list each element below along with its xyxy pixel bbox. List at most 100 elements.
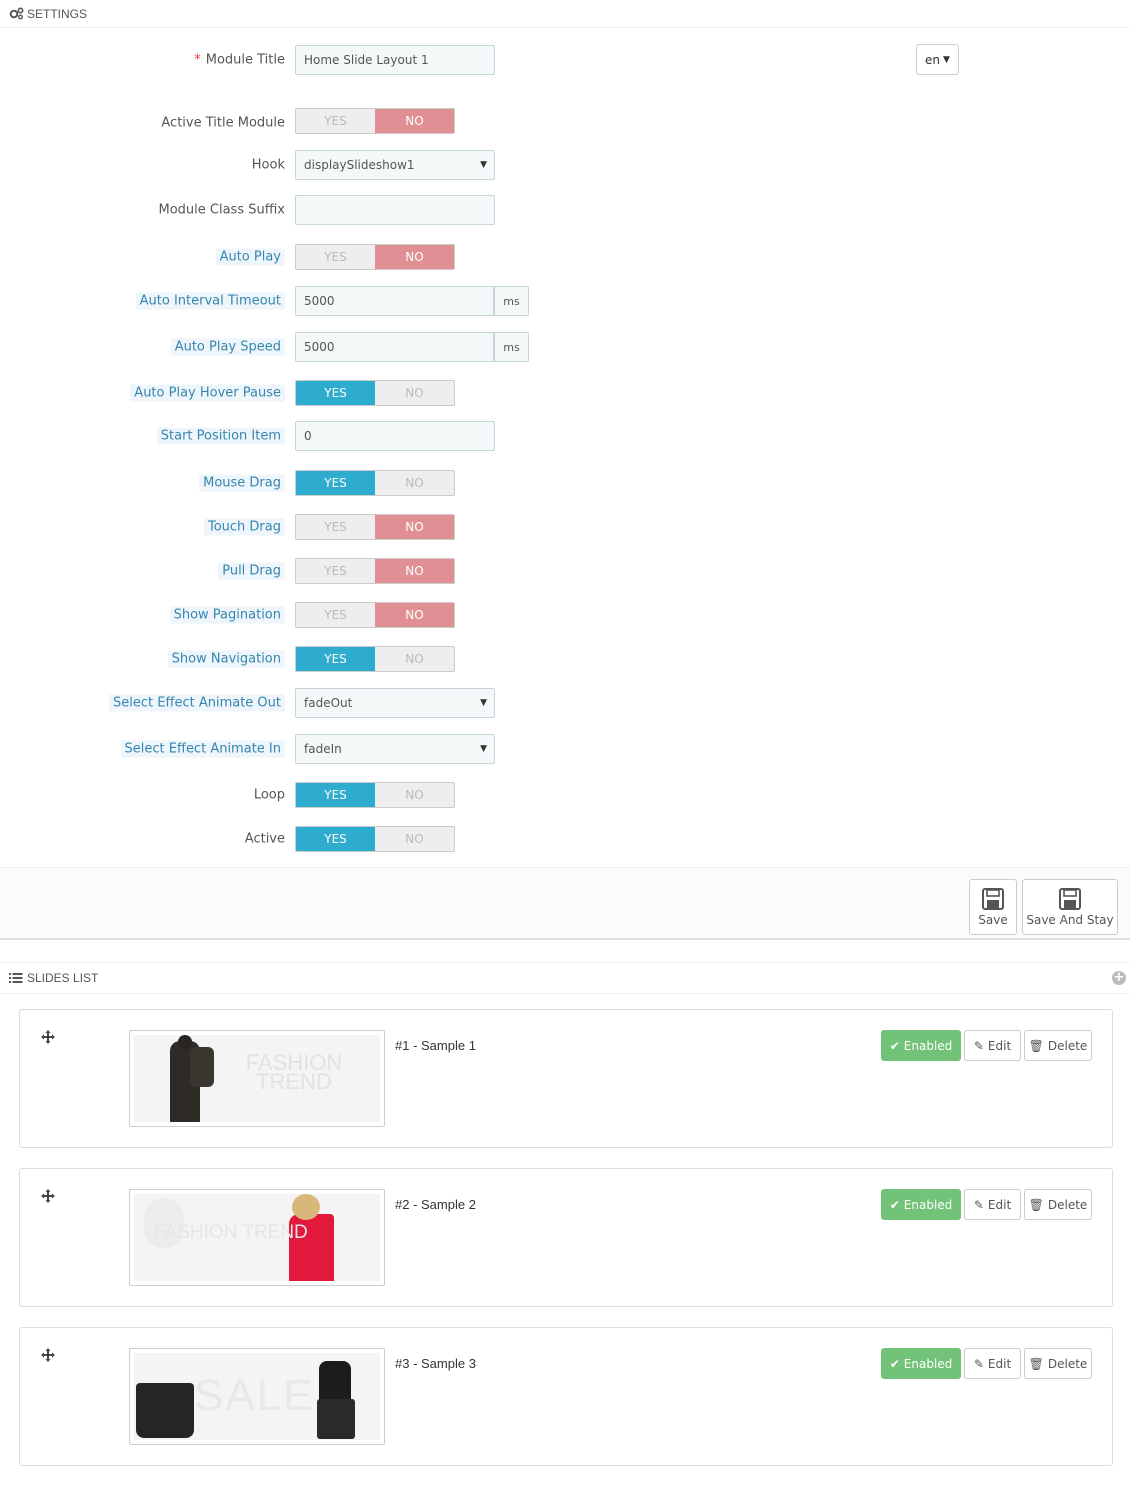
edit-button[interactable]: ✎ Edit: [964, 1030, 1021, 1061]
save-icon: [1059, 888, 1081, 910]
switch-yes[interactable]: YES: [296, 515, 375, 539]
save-button[interactable]: Save: [969, 879, 1017, 935]
switch-yes[interactable]: YES: [296, 603, 375, 627]
active-title-module-switch[interactable]: YES NO: [295, 108, 455, 134]
delete-button[interactable]: 🗑 Delete: [1024, 1189, 1092, 1220]
hook-label: Hook: [251, 157, 285, 173]
cogs-icon: [8, 7, 24, 21]
auto-interval-timeout-input[interactable]: 5000: [295, 286, 494, 316]
pull-drag-label: Pull Drag: [218, 562, 285, 580]
switch-no[interactable]: NO: [375, 471, 454, 495]
switch-no[interactable]: NO: [375, 647, 454, 671]
trash-icon: 🗑: [1028, 1038, 1044, 1053]
show-pagination-label: Show Pagination: [169, 606, 285, 624]
switch-no[interactable]: NO: [375, 603, 454, 627]
active-label: Active: [244, 831, 285, 847]
switch-yes[interactable]: YES: [296, 471, 375, 495]
hook-row: Hook displaySlideshow1 ▼: [0, 150, 1130, 180]
switch-no[interactable]: NO: [375, 245, 454, 269]
plus-circle-icon[interactable]: +: [1112, 971, 1126, 985]
settings-panel-heading: SETTINGS: [0, 0, 1130, 28]
trash-icon: 🗑: [1028, 1197, 1044, 1212]
mouse-drag-label: Mouse Drag: [199, 474, 285, 492]
switch-yes[interactable]: YES: [296, 783, 375, 807]
switch-yes[interactable]: YES: [296, 109, 375, 133]
edit-icon: ✎: [973, 1038, 984, 1053]
move-icon[interactable]: [41, 1030, 55, 1044]
switch-yes[interactable]: YES: [296, 381, 375, 405]
save-icon: [982, 888, 1004, 910]
auto-play-hover-pause-switch[interactable]: YES NO: [295, 380, 455, 406]
switch-no[interactable]: NO: [375, 783, 454, 807]
active-row: Active YES NO: [0, 826, 1130, 856]
slide-thumbnail: FASHION TREND: [129, 1189, 385, 1286]
slide-item: SALE #3 - Sample 3 ✔ Enabled ✎ Edit 🗑 Delet…: [19, 1327, 1113, 1466]
caret-down-icon: ▼: [943, 54, 950, 65]
start-position-item-label: Start Position Item: [156, 427, 285, 445]
switch-yes[interactable]: YES: [296, 647, 375, 671]
show-navigation-switch[interactable]: YES NO: [295, 646, 455, 672]
auto-play-speed-input[interactable]: 5000: [295, 332, 494, 362]
switch-no[interactable]: NO: [375, 827, 454, 851]
language-dropdown[interactable]: en ▼: [916, 44, 959, 75]
auto-play-row: Auto Play YES NO: [0, 244, 1130, 274]
auto-play-label: Auto Play: [215, 248, 285, 266]
slide-title: #3 - Sample 3: [395, 1356, 476, 1371]
pull-drag-switch[interactable]: YES NO: [295, 558, 455, 584]
move-icon[interactable]: [41, 1189, 55, 1203]
switch-no[interactable]: NO: [375, 559, 454, 583]
edit-button[interactable]: ✎ Edit: [964, 1189, 1021, 1220]
switch-no[interactable]: NO: [375, 109, 454, 133]
switch-yes[interactable]: YES: [296, 245, 375, 269]
delete-button[interactable]: 🗑 Delete: [1024, 1030, 1092, 1061]
enabled-button[interactable]: ✔ Enabled: [881, 1348, 961, 1379]
active-switch[interactable]: YES NO: [295, 826, 455, 852]
edit-button[interactable]: ✎ Edit: [964, 1348, 1021, 1379]
caret-down-icon: ▼: [480, 160, 487, 170]
auto-play-switch[interactable]: YES NO: [295, 244, 455, 270]
switch-no[interactable]: NO: [375, 381, 454, 405]
show-pagination-switch[interactable]: YES NO: [295, 602, 455, 628]
animate-in-select[interactable]: fadeIn ▼: [295, 734, 495, 764]
start-position-item-input[interactable]: 0: [295, 421, 495, 451]
module-class-suffix-label: Module Class Suffix: [158, 202, 286, 218]
list-icon: [8, 971, 24, 985]
touch-drag-switch[interactable]: YES NO: [295, 514, 455, 540]
ms-addon: ms: [494, 286, 529, 316]
settings-title: SETTINGS: [27, 6, 88, 21]
loop-switch[interactable]: YES NO: [295, 782, 455, 808]
module-title-input[interactable]: Home Slide Layout 1: [295, 45, 495, 75]
enabled-button[interactable]: ✔ Enabled: [881, 1030, 961, 1061]
auto-play-hover-pause-row: Auto Play Hover Pause YES NO: [0, 380, 1130, 410]
module-class-suffix-input[interactable]: [295, 195, 495, 225]
edit-icon: ✎: [973, 1197, 984, 1212]
ms-addon: ms: [494, 332, 529, 362]
touch-drag-label: Touch Drag: [203, 518, 285, 536]
loop-label: Loop: [253, 787, 285, 803]
save-and-stay-button[interactable]: Save And Stay: [1022, 879, 1118, 935]
check-icon: ✔: [889, 1197, 900, 1212]
active-title-module-row: Active Title Module YES NO: [0, 108, 1130, 138]
switch-no[interactable]: NO: [375, 515, 454, 539]
slide-art-text: SALE: [194, 1371, 315, 1420]
animate-out-select[interactable]: fadeOut ▼: [295, 688, 495, 718]
animate-in-row: Select Effect Animate In fadeIn ▼: [0, 734, 1130, 764]
hook-select[interactable]: displaySlideshow1 ▼: [295, 150, 495, 180]
touch-drag-row: Touch Drag YES NO: [0, 514, 1130, 544]
switch-yes[interactable]: YES: [296, 559, 375, 583]
slide-thumbnail: FASHION TREND: [129, 1030, 385, 1127]
mouse-drag-switch[interactable]: YES NO: [295, 470, 455, 496]
settings-footer: Save Save And Stay: [0, 867, 1130, 940]
switch-yes[interactable]: YES: [296, 827, 375, 851]
module-title-label: * Module Title: [194, 52, 285, 68]
loop-row: Loop YES NO: [0, 782, 1130, 812]
module-title-row: * Module Title Home Slide Layout 1: [0, 45, 1130, 75]
delete-button[interactable]: 🗑 Delete: [1024, 1348, 1092, 1379]
trash-icon: 🗑: [1028, 1356, 1044, 1371]
caret-down-icon: ▼: [480, 744, 487, 754]
enabled-button[interactable]: ✔ Enabled: [881, 1189, 961, 1220]
edit-icon: ✎: [973, 1356, 984, 1371]
move-icon[interactable]: [41, 1348, 55, 1362]
slide-thumbnail: SALE: [129, 1348, 385, 1445]
animate-out-label: Select Effect Animate Out: [109, 694, 285, 712]
